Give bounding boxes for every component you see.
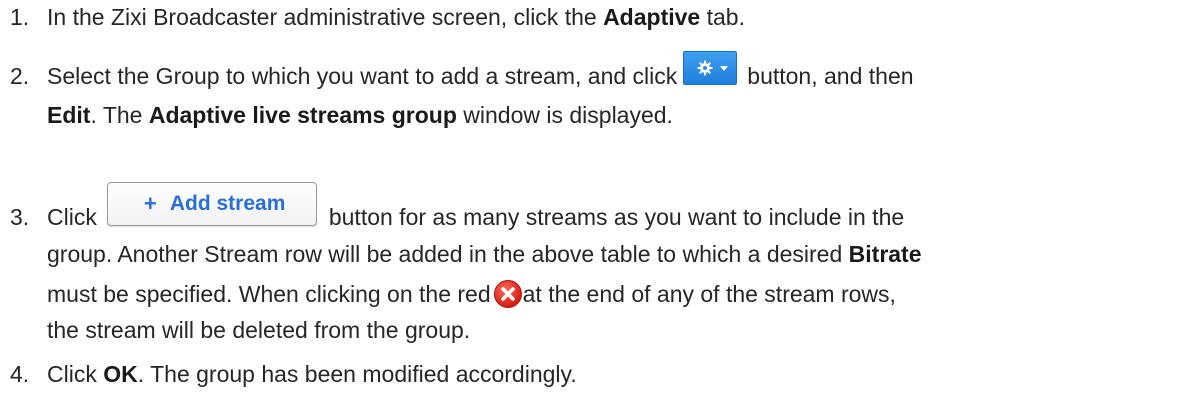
- add-stream-button[interactable]: + Add stream: [106, 182, 317, 226]
- red-x-circle-icon: [493, 280, 522, 308]
- step-text: Edit. The Adaptive live streams group wi…: [47, 102, 673, 128]
- add-stream-label: Add stream: [169, 192, 286, 215]
- step-text: must be specified. When clicking on the …: [47, 279, 896, 313]
- gear-icon: [697, 60, 713, 76]
- step-text: Select the Group to which you want to ad…: [47, 51, 914, 97]
- gear-dropdown-button[interactable]: [683, 51, 738, 85]
- step-number: 2.: [10, 63, 30, 89]
- tab-name-adaptive: Adaptive: [603, 4, 701, 30]
- menu-item-edit: Edit: [47, 102, 91, 128]
- window-name: Adaptive live streams group: [148, 102, 457, 128]
- plus-icon: +: [143, 191, 157, 216]
- step-text: the stream will be deleted from the grou…: [47, 317, 471, 343]
- step-text: Click OK. The group has been modified ac…: [47, 361, 577, 387]
- button-name-ok: OK: [103, 361, 138, 387]
- field-name-bitrate: Bitrate: [848, 241, 922, 267]
- step-text: group. Another Stream row will be added …: [47, 241, 922, 267]
- chevron-down-icon: [720, 66, 729, 71]
- step-number: 4.: [10, 361, 30, 387]
- step-number: 1.: [10, 4, 30, 30]
- step-number: 3.: [10, 204, 30, 230]
- step-text: In the Zixi Broadcaster administrative s…: [47, 4, 745, 30]
